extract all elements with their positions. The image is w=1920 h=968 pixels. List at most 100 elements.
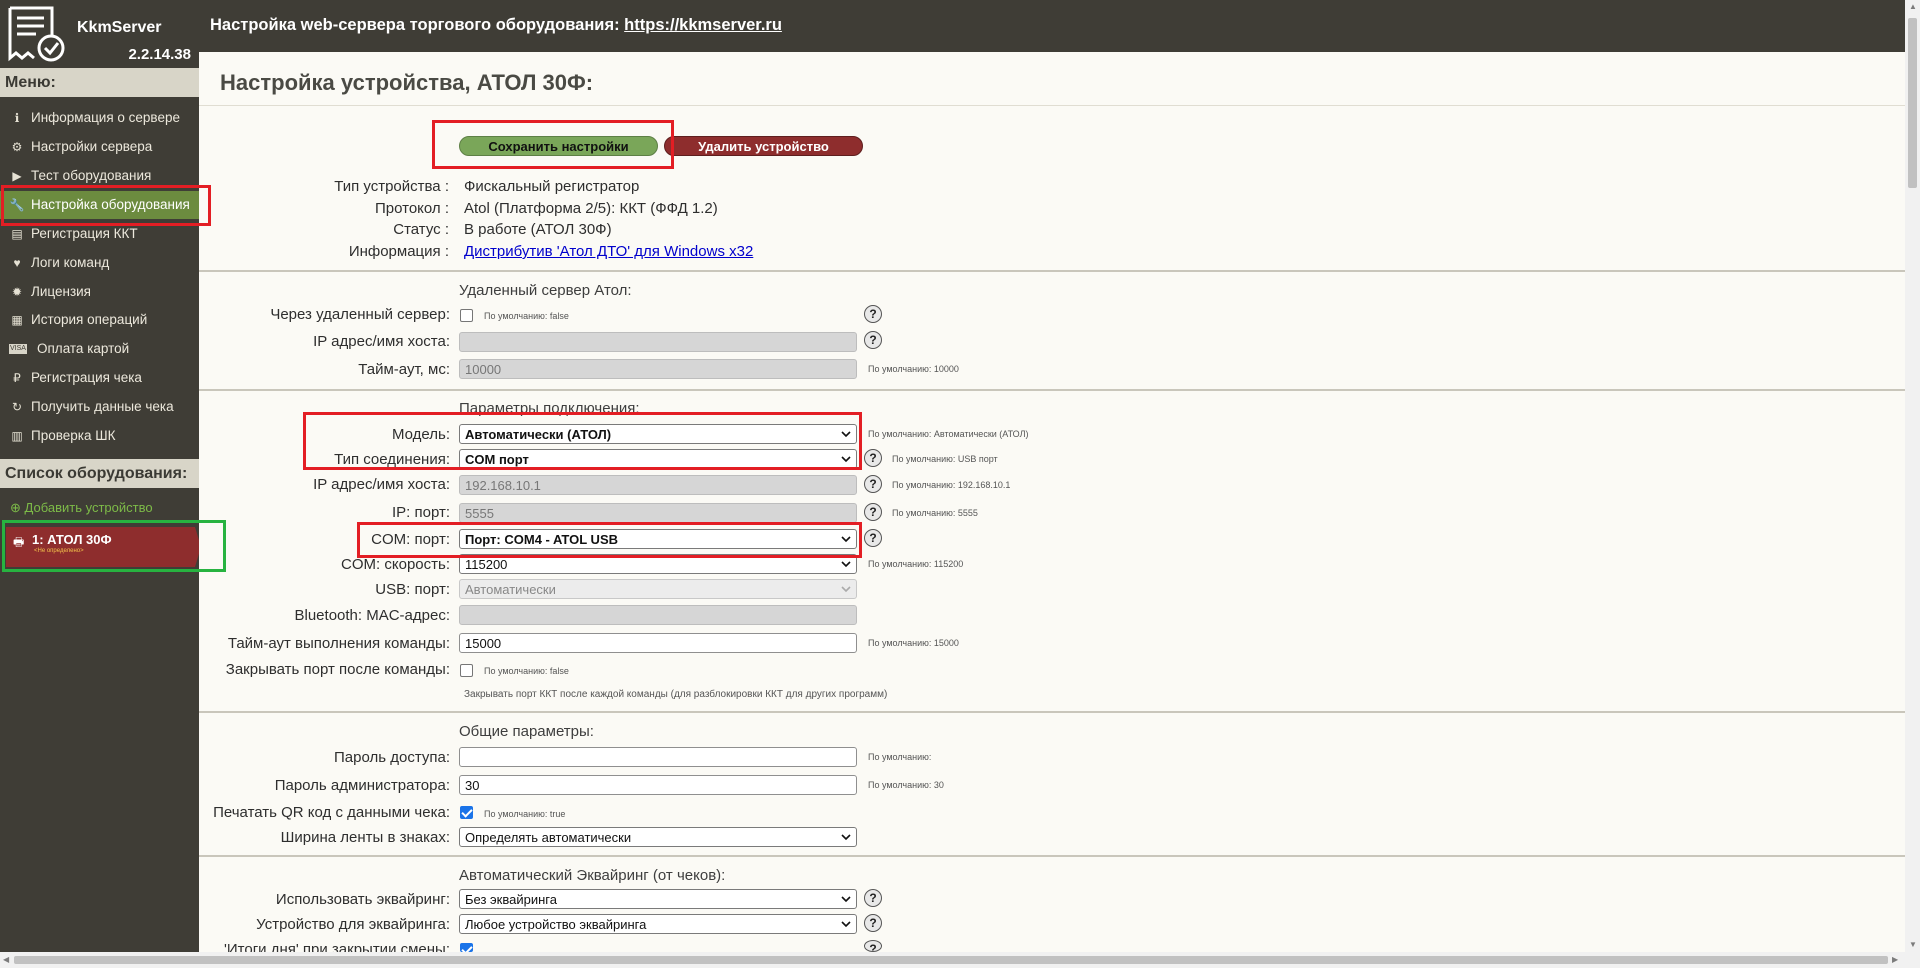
top-bar-title-text: Настройка web-сервера торгового оборудов… (210, 16, 620, 34)
remote-ip-input[interactable] (459, 332, 857, 352)
print-qr-label: Печатать QR код с данными чека: (213, 804, 450, 821)
app-name: KkmServer (77, 19, 162, 36)
sidebar-item-label: История операций (31, 312, 148, 327)
admin-password-hint: По умолчанию: 30 (868, 780, 944, 790)
sidebar-item-label: Логи команд (31, 255, 110, 270)
device-type-label: Тип устройства : (334, 178, 449, 195)
sidebar-item-server-settings[interactable]: ⚙ Настройки сервера (0, 133, 199, 161)
acquiring-device-select-value: Любое устройство эквайринга (465, 917, 647, 932)
scroll-up-icon[interactable]: ▲ (1909, 2, 1917, 11)
use-acquiring-select[interactable]: Без эквайринга (459, 889, 857, 909)
visa-icon: VISA (9, 344, 27, 354)
tape-width-select-value: Определять автоматически (465, 830, 632, 845)
close-port-checkbox[interactable] (460, 664, 473, 677)
sidebar-item-receipt-registration[interactable]: ₽ Регистрация чека (0, 364, 199, 392)
acquiring-section-title: Автоматический Эквайринг (от чеков): (459, 867, 726, 884)
sidebar-item-label: Оплата картой (37, 341, 130, 356)
help-icon[interactable]: ? (864, 940, 882, 952)
conn-ip-label: IP адрес/имя хоста: (313, 476, 450, 493)
scroll-left-icon[interactable]: ◀ (3, 955, 9, 964)
sidebar-item-label: Тест оборудования (31, 168, 152, 183)
annotation-highlight (303, 412, 862, 470)
sidebar-item-label: Настройки сервера (31, 139, 153, 154)
ip-port-input[interactable] (459, 503, 857, 523)
add-device-label: Добавить устройство (24, 500, 153, 515)
acquiring-device-select[interactable]: Любое устройство эквайринга (459, 914, 857, 934)
section-divider (199, 270, 1905, 272)
top-bar-title: Настройка web-сервера торгового оборудов… (210, 16, 782, 35)
access-password-label: Пароль доступа: (334, 749, 450, 766)
via-remote-checkbox[interactable] (460, 309, 473, 322)
delete-device-button[interactable]: Удалить устройство (664, 136, 863, 156)
heartbeat-icon: ♥ (13, 256, 21, 270)
sidebar-item-card-payment[interactable]: VISA Оплата картой (0, 335, 199, 363)
sidebar-item-label: Информация о сервере (31, 110, 180, 125)
app-logo-block: KkmServer 2.2.14.38 (0, 0, 199, 66)
chevron-down-icon (841, 834, 851, 841)
sidebar-item-label: Лицензия (31, 284, 91, 299)
tape-width-label: Ширина ленты в знаках: (280, 829, 450, 846)
remote-timeout-input[interactable] (459, 359, 857, 379)
help-icon[interactable]: ? (864, 331, 882, 349)
conn-ip-input[interactable] (459, 475, 857, 495)
sidebar-item-license[interactable]: ✹ Лицензия (0, 278, 199, 306)
annotation-highlight (357, 522, 862, 558)
use-acquiring-select-value: Без эквайринга (465, 892, 557, 907)
sidebar-item-command-logs[interactable]: ♥ Логи команд (0, 249, 199, 277)
distributive-link[interactable]: Дистрибутив 'Атол ДТО' для Windows x32 (464, 243, 753, 260)
chevron-down-icon (841, 586, 851, 593)
plus-circle-icon: ⊕ (10, 500, 21, 515)
usb-port-select[interactable]: Автоматически (459, 579, 857, 599)
bt-mac-label: Bluetooth: MAC-адрес: (294, 607, 451, 624)
sidebar-item-get-receipt-data[interactable]: ↻ Получить данные чека (0, 393, 199, 421)
admin-password-input[interactable] (459, 775, 857, 795)
help-icon[interactable]: ? (864, 449, 882, 467)
day-totals-label: 'Итоги дня' при закрытии смены: (224, 941, 450, 952)
sidebar-item-label: Получить данные чека (31, 399, 174, 414)
via-remote-hint: По умолчанию: false (484, 311, 569, 321)
acquiring-device-label: Устройство для эквайринга: (256, 916, 450, 933)
add-device-link[interactable]: ⊕ Добавить устройство (10, 500, 153, 516)
protocol-value: Atol (Платформа 2/5): ККТ (ФФД 1.2) (464, 200, 718, 217)
com-speed-hint: По умолчанию: 115200 (868, 559, 964, 569)
ip-port-label: IP: порт: (391, 504, 450, 521)
horizontal-scrollbar[interactable]: ◀ ▶ (0, 952, 1920, 968)
help-icon[interactable]: ? (864, 475, 882, 493)
section-divider (199, 711, 1905, 713)
site-link[interactable]: https://kkmserver.ru (624, 16, 782, 34)
conn-type-hint: По умолчанию: USB порт (892, 454, 998, 464)
sidebar-item-label: Проверка ШК (31, 428, 116, 443)
equipment-list-header: Список оборудования: (0, 459, 199, 488)
chevron-down-icon (841, 561, 851, 568)
vertical-scrollbar[interactable]: ▲ ▼ (1905, 0, 1920, 952)
via-remote-label: Через удаленный сервер: (270, 306, 450, 323)
horizontal-scroll-thumb[interactable] (14, 956, 1888, 964)
sidebar-item-server-info[interactable]: ℹ Информация о сервере (0, 104, 199, 132)
tape-width-select[interactable]: Определять автоматически (459, 827, 857, 847)
help-icon[interactable]: ? (864, 305, 882, 323)
annotation-highlight (2, 520, 226, 572)
day-totals-checkbox[interactable] (460, 943, 473, 952)
usb-port-label: USB: порт: (375, 581, 450, 598)
main-content (199, 52, 1905, 952)
sidebar-item-operations-history[interactable]: ▦ История операций (0, 306, 199, 334)
help-icon[interactable]: ? (864, 889, 882, 907)
scroll-down-icon[interactable]: ▼ (1909, 940, 1917, 949)
conn-ip-hint: По умолчанию: 192.168.10.1 (892, 480, 1011, 490)
protocol-label: Протокол : (374, 200, 449, 217)
access-password-hint: По умолчанию: (868, 752, 932, 762)
help-icon[interactable]: ? (864, 914, 882, 932)
title-divider (199, 105, 1905, 106)
print-qr-checkbox[interactable] (460, 806, 473, 819)
bt-mac-input[interactable] (459, 605, 857, 625)
help-icon[interactable]: ? (864, 503, 882, 521)
sidebar-item-barcode-check[interactable]: ▥ Проверка ШК (0, 422, 199, 450)
gears-icon: ⚙ (11, 140, 23, 154)
scroll-right-icon[interactable]: ▶ (1892, 955, 1898, 964)
vertical-scroll-thumb[interactable] (1908, 18, 1917, 188)
access-password-input[interactable] (459, 747, 857, 767)
ip-port-hint: По умолчанию: 5555 (892, 508, 978, 518)
help-icon[interactable]: ? (864, 529, 882, 547)
section-divider (199, 389, 1905, 391)
cmd-timeout-input[interactable] (459, 633, 857, 653)
